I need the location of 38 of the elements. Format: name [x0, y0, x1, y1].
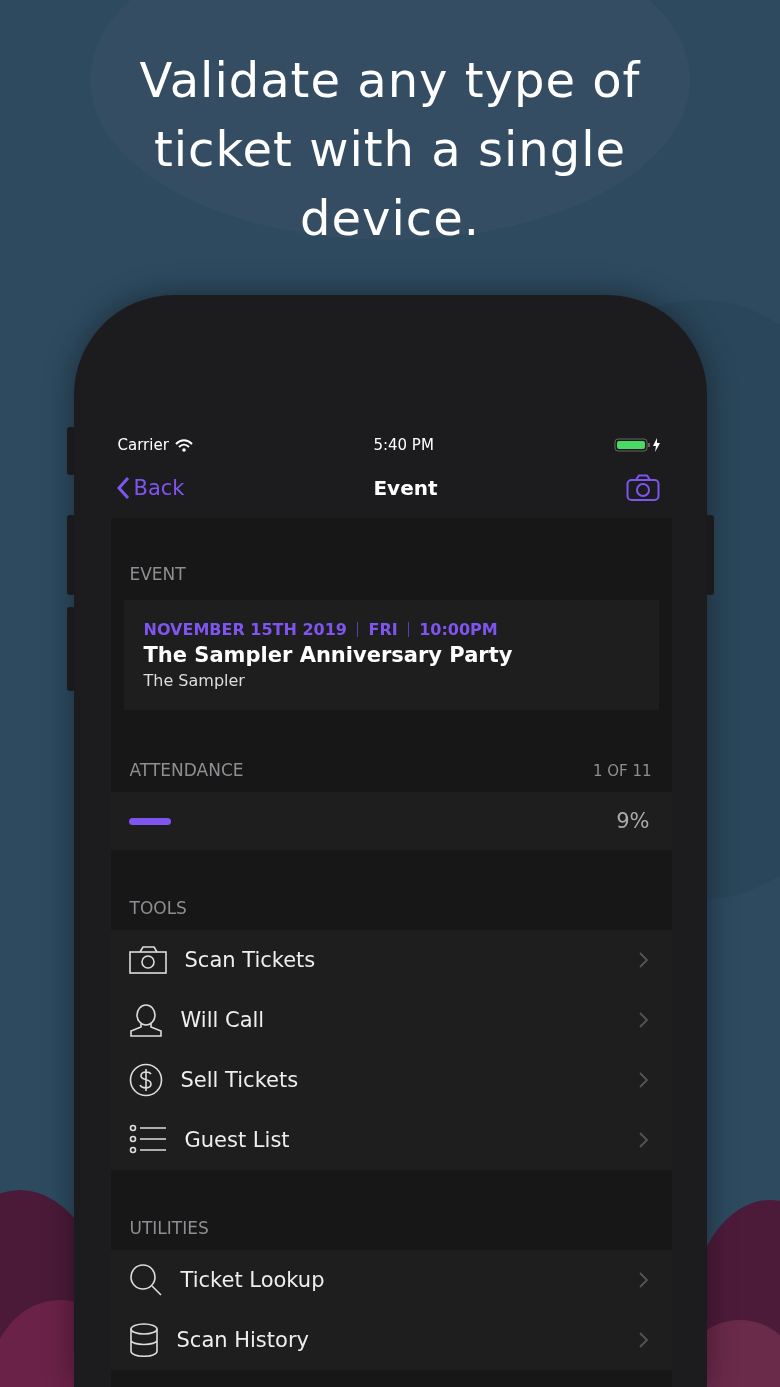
chevron-icon	[638, 1332, 648, 1348]
chevron-icon	[638, 1012, 648, 1028]
clock: 5:40 PM	[373, 436, 434, 454]
carrier-label: Carrier	[117, 436, 169, 454]
attendance-percent: 9%	[616, 809, 650, 833]
chevron-icon	[638, 1132, 648, 1148]
menu-item[interactable]: Scan Tickets	[110, 930, 672, 990]
event-name: The Sampler Anniversary Party	[143, 643, 514, 667]
database-icon	[128, 1323, 159, 1357]
nav-title: Event	[373, 476, 438, 500]
menu-item[interactable]: Guest List	[110, 1110, 672, 1170]
section-header: EVENT	[129, 564, 186, 584]
camera-button[interactable]	[626, 474, 661, 502]
event-meta: 10:00PM	[419, 620, 498, 639]
menu-item[interactable]: Sell Tickets	[110, 1050, 672, 1110]
chevron-icon	[638, 952, 648, 968]
event-meta: FRI	[368, 620, 398, 639]
person-icon	[128, 1003, 163, 1037]
headline: Validate any type of ticket with a single device.	[138, 51, 642, 248]
menu-item[interactable]: Will Call	[110, 990, 672, 1050]
list-icon	[128, 1124, 167, 1156]
back-chevron-icon	[115, 476, 130, 500]
menu-item[interactable]: Scan History	[110, 1310, 672, 1370]
wifi-icon	[174, 438, 193, 452]
back-button[interactable]: Back	[115, 476, 185, 500]
chevron-icon	[638, 1072, 648, 1088]
menu-item[interactable]: Ticket Lookup	[110, 1250, 672, 1310]
camera-icon	[128, 946, 167, 974]
section-header: UTILITIES	[129, 1218, 209, 1238]
section-header: ATTENDANCE	[129, 760, 244, 780]
search-icon	[128, 1263, 163, 1297]
section-header: TOOLS	[129, 898, 187, 918]
attendance-count: 1 OF 11	[592, 762, 652, 780]
event-venue: The Sampler	[143, 671, 246, 690]
event-meta: NOVEMBER 15TH 2019	[143, 620, 347, 639]
event-card[interactable]: NOVEMBER 15TH 2019 FRI 10:00PM The Sampler Anniversary Party The Sampler	[123, 600, 659, 710]
dollar-icon	[128, 1063, 163, 1097]
chevron-icon	[638, 1272, 648, 1288]
